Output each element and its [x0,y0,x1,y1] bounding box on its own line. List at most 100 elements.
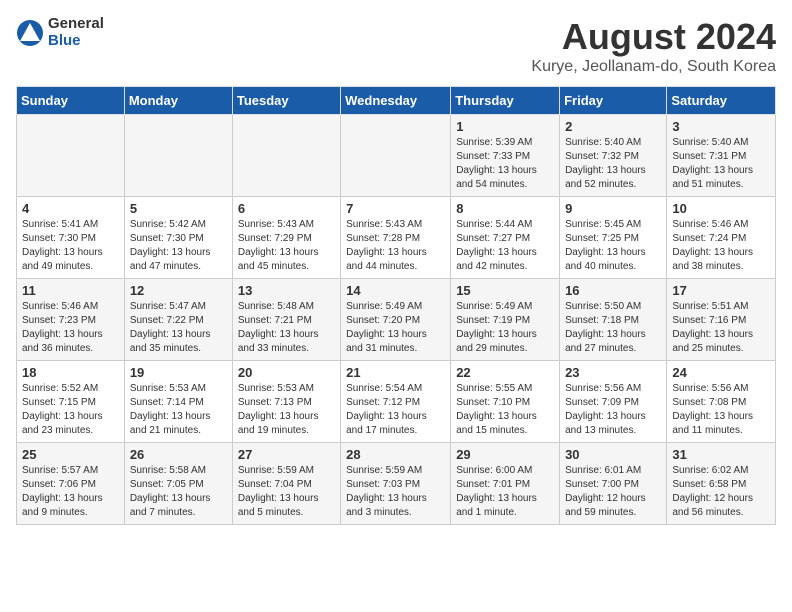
day-info: Sunrise: 5:54 AM Sunset: 7:12 PM Dayligh… [346,382,445,438]
day-number: 13 [238,283,335,298]
weekday-header: Tuesday [232,87,340,115]
calendar-cell: 14Sunrise: 5:49 AM Sunset: 7:20 PM Dayli… [341,279,451,361]
day-number: 23 [565,365,661,380]
calendar-cell [232,115,340,197]
day-info: Sunrise: 5:45 AM Sunset: 7:25 PM Dayligh… [565,218,661,274]
day-info: Sunrise: 5:40 AM Sunset: 7:31 PM Dayligh… [672,136,770,192]
calendar-cell: 27 Sunrise: 5:59 AM Sunset: 7:04 PM Dayli… [232,443,340,525]
day-number: 2 [565,119,661,134]
calendar-cell: 24 Sunrise: 5:56 AM Sunset: 7:08 PM Dayli… [667,361,776,443]
calendar-cell: 9Sunrise: 5:45 AM Sunset: 7:25 PM Daylig… [560,197,667,279]
calendar-cell: 7Sunrise: 5:43 AM Sunset: 7:28 PM Daylig… [341,197,451,279]
calendar-cell [341,115,451,197]
calendar-week-row: 18 Sunrise: 5:52 AM Sunset: 7:15 PM Dayli… [17,361,776,443]
day-number: 18 [22,365,119,380]
day-number: 19 [130,365,227,380]
weekday-header: Thursday [451,87,560,115]
calendar-week-row: 4 Sunrise: 5:41 AM Sunset: 7:30 PM Daylig… [17,197,776,279]
day-number: 3 [672,119,770,134]
calendar-cell: 13Sunrise: 5:48 AM Sunset: 7:21 PM Dayli… [232,279,340,361]
day-number: 21 [346,365,445,380]
calendar-cell: 17 Sunrise: 5:51 AM Sunset: 7:16 PM Dayli… [667,279,776,361]
day-number: 1 [456,119,554,134]
weekday-header: Sunday [17,87,125,115]
day-info: Sunrise: 5:43 AM Sunset: 7:29 PM Dayligh… [238,218,335,274]
day-number: 26 [130,447,227,462]
day-info: Sunrise: 5:46 AM Sunset: 7:23 PM Dayligh… [22,300,119,356]
logo-text: General Blue [48,16,104,49]
title-section: August 2024 Kurye, Jeollanam-do, South K… [531,16,776,76]
day-number: 24 [672,365,770,380]
day-info: Sunrise: 5:50 AM Sunset: 7:18 PM Dayligh… [565,300,661,356]
day-number: 14 [346,283,445,298]
page-header: General Blue August 2024 Kurye, Jeollana… [16,16,776,76]
logo-blue: Blue [48,33,104,50]
day-info: Sunrise: 5:52 AM Sunset: 7:15 PM Dayligh… [22,382,119,438]
day-info: Sunrise: 5:59 AM Sunset: 7:03 PM Dayligh… [346,464,445,520]
calendar-cell: 8 Sunrise: 5:44 AM Sunset: 7:27 PM Daylig… [451,197,560,279]
calendar-week-row: 25Sunrise: 5:57 AM Sunset: 7:06 PM Dayli… [17,443,776,525]
calendar-cell: 21 Sunrise: 5:54 AM Sunset: 7:12 PM Dayli… [341,361,451,443]
day-info: Sunrise: 5:44 AM Sunset: 7:27 PM Dayligh… [456,218,554,274]
calendar-week-row: 1Sunrise: 5:39 AM Sunset: 7:33 PM Daylig… [17,115,776,197]
calendar-cell: 30 Sunrise: 6:01 AM Sunset: 7:00 PM Dayli… [560,443,667,525]
day-number: 17 [672,283,770,298]
day-number: 8 [456,201,554,216]
calendar-cell: 25Sunrise: 5:57 AM Sunset: 7:06 PM Dayli… [17,443,125,525]
calendar-cell: 22Sunrise: 5:55 AM Sunset: 7:10 PM Dayli… [451,361,560,443]
day-number: 29 [456,447,554,462]
day-info: Sunrise: 5:53 AM Sunset: 7:14 PM Dayligh… [130,382,227,438]
calendar-cell: 28Sunrise: 5:59 AM Sunset: 7:03 PM Dayli… [341,443,451,525]
day-info: Sunrise: 5:49 AM Sunset: 7:19 PM Dayligh… [456,300,554,356]
day-info: Sunrise: 6:02 AM Sunset: 6:58 PM Dayligh… [672,464,770,520]
day-info: Sunrise: 5:56 AM Sunset: 7:09 PM Dayligh… [565,382,661,438]
day-number: 15 [456,283,554,298]
location: Kurye, Jeollanam-do, South Korea [531,58,776,76]
logo-icon [16,19,44,47]
calendar-cell: 19 Sunrise: 5:53 AM Sunset: 7:14 PM Dayli… [124,361,232,443]
calendar-cell: 1Sunrise: 5:39 AM Sunset: 7:33 PM Daylig… [451,115,560,197]
day-number: 20 [238,365,335,380]
calendar-cell: 6 Sunrise: 5:43 AM Sunset: 7:29 PM Daylig… [232,197,340,279]
day-info: Sunrise: 5:58 AM Sunset: 7:05 PM Dayligh… [130,464,227,520]
month-title: August 2024 [531,16,776,58]
calendar-cell: 5 Sunrise: 5:42 AM Sunset: 7:30 PM Daylig… [124,197,232,279]
calendar-cell: 10Sunrise: 5:46 AM Sunset: 7:24 PM Dayli… [667,197,776,279]
day-number: 22 [456,365,554,380]
day-number: 27 [238,447,335,462]
calendar-cell: 3 Sunrise: 5:40 AM Sunset: 7:31 PM Daylig… [667,115,776,197]
day-info: Sunrise: 6:01 AM Sunset: 7:00 PM Dayligh… [565,464,661,520]
day-info: Sunrise: 5:57 AM Sunset: 7:06 PM Dayligh… [22,464,119,520]
day-info: Sunrise: 5:59 AM Sunset: 7:04 PM Dayligh… [238,464,335,520]
day-number: 11 [22,283,119,298]
calendar-cell: 31 Sunrise: 6:02 AM Sunset: 6:58 PM Dayli… [667,443,776,525]
calendar-table: SundayMondayTuesdayWednesdayThursdayFrid… [16,86,776,525]
day-info: Sunrise: 5:42 AM Sunset: 7:30 PM Dayligh… [130,218,227,274]
weekday-header: Monday [124,87,232,115]
day-number: 31 [672,447,770,462]
day-info: Sunrise: 5:56 AM Sunset: 7:08 PM Dayligh… [672,382,770,438]
calendar-cell: 20 Sunrise: 5:53 AM Sunset: 7:13 PM Dayli… [232,361,340,443]
day-number: 16 [565,283,661,298]
day-info: Sunrise: 5:53 AM Sunset: 7:13 PM Dayligh… [238,382,335,438]
day-number: 5 [130,201,227,216]
calendar-cell [124,115,232,197]
calendar-cell: 4 Sunrise: 5:41 AM Sunset: 7:30 PM Daylig… [17,197,125,279]
day-number: 6 [238,201,335,216]
day-number: 10 [672,201,770,216]
day-number: 30 [565,447,661,462]
day-info: Sunrise: 5:41 AM Sunset: 7:30 PM Dayligh… [22,218,119,274]
day-number: 12 [130,283,227,298]
weekday-header: Saturday [667,87,776,115]
calendar-cell: 11 Sunrise: 5:46 AM Sunset: 7:23 PM Dayli… [17,279,125,361]
calendar-cell: 12Sunrise: 5:47 AM Sunset: 7:22 PM Dayli… [124,279,232,361]
calendar-cell: 29Sunrise: 6:00 AM Sunset: 7:01 PM Dayli… [451,443,560,525]
day-info: Sunrise: 5:40 AM Sunset: 7:32 PM Dayligh… [565,136,661,192]
weekday-header: Wednesday [341,87,451,115]
day-number: 4 [22,201,119,216]
calendar-cell: 23 Sunrise: 5:56 AM Sunset: 7:09 PM Dayli… [560,361,667,443]
logo-general: General [48,16,104,33]
day-info: Sunrise: 5:51 AM Sunset: 7:16 PM Dayligh… [672,300,770,356]
calendar-cell: 26 Sunrise: 5:58 AM Sunset: 7:05 PM Dayli… [124,443,232,525]
calendar-cell: 2 Sunrise: 5:40 AM Sunset: 7:32 PM Daylig… [560,115,667,197]
